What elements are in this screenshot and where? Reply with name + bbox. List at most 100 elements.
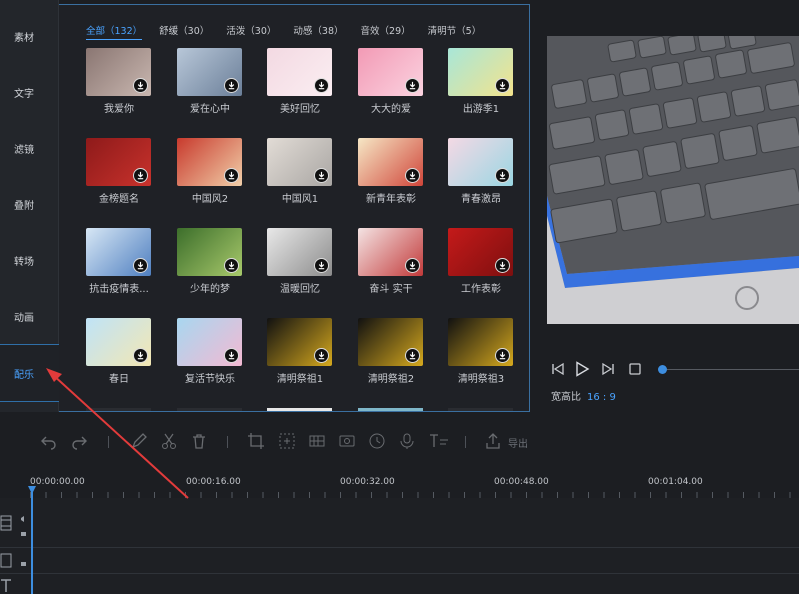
tab-all[interactable]: 全部（132） — [86, 23, 143, 40]
template-thumbnail[interactable] — [177, 408, 242, 411]
undo-icon[interactable] — [40, 432, 58, 450]
progress-slider-handle[interactable] — [658, 365, 667, 374]
download-icon[interactable] — [224, 258, 239, 273]
download-icon[interactable] — [314, 168, 329, 183]
template-thumbnail[interactable] — [267, 228, 332, 276]
download-icon[interactable] — [224, 348, 239, 363]
overlay-track[interactable] — [0, 548, 799, 574]
template-thumbnail[interactable] — [448, 48, 513, 96]
template-item[interactable]: 我爱你 — [86, 48, 151, 115]
template-thumbnail[interactable] — [358, 138, 423, 186]
template-item[interactable]: 中国风1 — [267, 138, 332, 205]
stop-icon[interactable] — [627, 361, 643, 377]
template-item[interactable]: 春日 — [86, 318, 151, 385]
export-button[interactable]: 导出 — [508, 435, 528, 450]
playhead[interactable] — [31, 486, 33, 594]
template-item[interactable]: 清明祭祖1 — [267, 318, 332, 385]
download-icon[interactable] — [405, 78, 420, 93]
download-icon[interactable] — [133, 348, 148, 363]
template-item[interactable]: 工作表彰 — [448, 228, 513, 295]
template-item[interactable]: 新青年表彰 — [358, 138, 423, 205]
edit-icon[interactable] — [130, 432, 148, 450]
download-icon[interactable] — [314, 348, 329, 363]
template-thumbnail[interactable] — [448, 318, 513, 366]
sidebar-item-animation[interactable]: 动画 — [0, 288, 59, 344]
text-to-speech-icon[interactable] — [428, 432, 450, 450]
download-icon[interactable] — [495, 78, 510, 93]
text-track[interactable] — [0, 574, 799, 594]
next-frame-icon[interactable] — [600, 361, 616, 377]
sidebar-item-overlay[interactable]: 叠附 — [0, 176, 59, 232]
tab-soothing[interactable]: 舒缓（30） — [159, 23, 209, 37]
video-track[interactable] — [0, 498, 799, 548]
template-item[interactable]: 清明祭祖3 — [448, 318, 513, 385]
tab-qingming[interactable]: 清明节（5） — [428, 23, 482, 37]
template-item[interactable]: 奋斗 实干 — [358, 228, 423, 295]
template-item[interactable]: 青春激昂 — [448, 138, 513, 205]
template-thumbnail[interactable] — [177, 138, 242, 186]
sidebar-item-material[interactable]: 素材 — [0, 8, 59, 64]
template-thumbnail[interactable] — [358, 408, 423, 411]
aspect-ratio[interactable]: 宽高比 16 : 9 — [551, 388, 616, 403]
template-thumbnail[interactable] — [86, 48, 151, 96]
template-thumbnail[interactable] — [448, 408, 513, 411]
template-item[interactable]: 清明祭祖2 — [358, 318, 423, 385]
crop-icon[interactable] — [247, 432, 265, 450]
download-icon[interactable] — [405, 348, 420, 363]
template-item[interactable]: 出游季1 — [448, 48, 513, 115]
microphone-icon[interactable] — [398, 432, 416, 450]
template-item[interactable]: 大大的爱 — [358, 48, 423, 115]
sidebar-item-music[interactable]: 配乐 — [0, 344, 59, 402]
play-icon[interactable] — [574, 361, 590, 377]
template-item[interactable]: 抗击疫情表... — [86, 228, 151, 295]
progress-slider-track[interactable] — [667, 369, 799, 370]
timeline-ruler[interactable]: 00:00:00.00 00:00:16.00 00:00:32.00 00:0… — [30, 472, 799, 498]
sidebar-item-transition[interactable]: 转场 — [0, 232, 59, 288]
download-icon[interactable] — [495, 168, 510, 183]
prev-frame-icon[interactable] — [550, 361, 566, 377]
template-thumbnail[interactable] — [177, 48, 242, 96]
template-thumbnail[interactable] — [448, 138, 513, 186]
download-icon[interactable] — [224, 78, 239, 93]
download-icon[interactable] — [224, 168, 239, 183]
tab-sound-effects[interactable]: 音效（29） — [361, 23, 411, 37]
template-thumbnail[interactable] — [86, 138, 151, 186]
download-icon[interactable] — [133, 78, 148, 93]
template-thumbnail[interactable] — [86, 228, 151, 276]
cut-icon[interactable] — [160, 432, 178, 450]
template-item[interactable]: 温暖回忆 — [267, 228, 332, 295]
delete-icon[interactable] — [190, 432, 208, 450]
tab-lively[interactable]: 活泼（30） — [226, 23, 276, 37]
freeze-frame-icon[interactable] — [338, 432, 356, 450]
template-item[interactable]: 金榜题名 — [86, 138, 151, 205]
sidebar-item-text[interactable]: 文字 — [0, 64, 59, 120]
sidebar-item-filter[interactable]: 滤镜 — [0, 120, 59, 176]
download-icon[interactable] — [495, 258, 510, 273]
template-thumbnail[interactable] — [177, 318, 242, 366]
download-icon[interactable] — [314, 258, 329, 273]
template-thumbnail[interactable] — [358, 228, 423, 276]
duration-icon[interactable] — [368, 432, 386, 450]
download-icon[interactable] — [405, 258, 420, 273]
template-thumbnail[interactable] — [177, 228, 242, 276]
download-icon[interactable] — [314, 78, 329, 93]
download-icon[interactable] — [133, 258, 148, 273]
template-item[interactable]: 复活节快乐 — [177, 318, 242, 385]
template-thumbnail[interactable] — [267, 408, 332, 411]
template-thumbnail[interactable] — [86, 318, 151, 366]
tab-dynamic[interactable]: 动感（38） — [293, 23, 343, 37]
template-thumbnail[interactable] — [267, 48, 332, 96]
download-icon[interactable] — [405, 168, 420, 183]
template-item[interactable]: 少年的梦 — [177, 228, 242, 295]
download-icon[interactable] — [495, 348, 510, 363]
template-thumbnail[interactable] — [358, 318, 423, 366]
export-icon[interactable] — [484, 432, 502, 450]
template-item[interactable]: 中国风2 — [177, 138, 242, 205]
template-thumbnail[interactable] — [358, 48, 423, 96]
template-item[interactable]: 美好回忆 — [267, 48, 332, 115]
template-item[interactable]: 爱在心中 — [177, 48, 242, 115]
mosaic-icon[interactable] — [308, 432, 326, 450]
template-thumbnail[interactable] — [267, 318, 332, 366]
redo-icon[interactable] — [70, 432, 88, 450]
template-thumbnail[interactable] — [267, 138, 332, 186]
